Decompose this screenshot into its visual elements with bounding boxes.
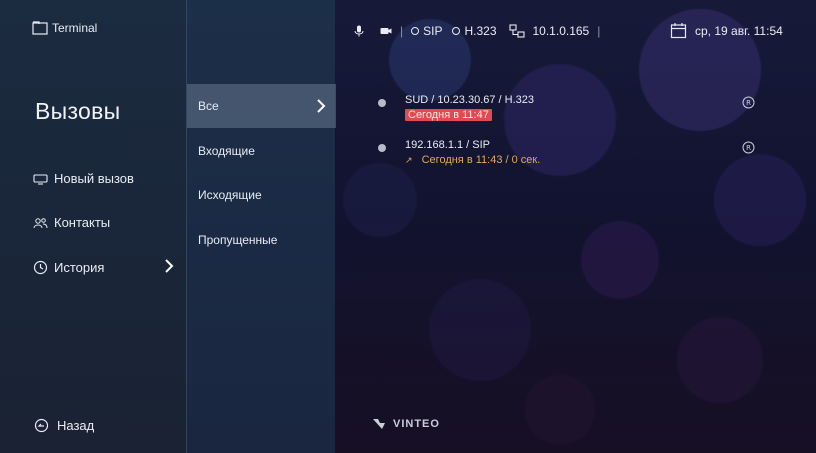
divider: |	[400, 24, 404, 38]
call-detail-outgoing: ↗ Сегодня в 11:43 / 0 сек.	[405, 154, 540, 166]
page-title: Вызовы	[35, 98, 121, 124]
sip-status-icon	[411, 27, 420, 35]
tab-label: Входящие	[198, 144, 255, 158]
display-icon	[33, 173, 48, 185]
app-title-label: Terminal	[52, 21, 98, 35]
tab-label: Пропущенные	[198, 233, 278, 247]
call-status-dot	[378, 144, 386, 152]
sip-label: SIP	[423, 24, 443, 38]
sidebar-item-label: Новый вызов	[54, 171, 134, 186]
sidebar-item-label: Контакты	[54, 215, 111, 230]
datetime: ср, 19 авг. 11:54	[670, 22, 783, 39]
record-icon[interactable]: R	[742, 141, 755, 154]
status-bar: | SIP H.323 10.1.0.165 |	[354, 24, 608, 38]
chevron-right-icon	[164, 258, 174, 274]
h323-status-icon	[452, 27, 461, 35]
tab-all[interactable]: Все	[187, 84, 336, 128]
back-label: Назад	[57, 418, 95, 433]
vinteo-logo-icon	[373, 419, 391, 429]
sidebar-item-label: История	[54, 260, 105, 275]
tab-label: Все	[198, 99, 219, 113]
microphone-icon	[354, 25, 364, 37]
vinteo-logo: VINTEO	[373, 418, 440, 430]
outgoing-arrow-icon: ↗	[405, 155, 413, 165]
network-icon	[508, 24, 525, 38]
tab-label: Исходящие	[198, 188, 262, 202]
filter-tabs: Все Входящие Исходящие Пропущенные	[186, 0, 336, 453]
terminal-icon	[32, 21, 48, 35]
logo-text: VINTEO	[393, 418, 440, 430]
sidebar-item-history[interactable]: История	[33, 258, 178, 275]
calendar-icon	[670, 22, 687, 39]
divider: |	[597, 24, 601, 38]
tab-outgoing[interactable]: Исходящие	[187, 173, 336, 217]
clock-icon	[33, 260, 48, 275]
sidebar-item-new-call[interactable]: Новый вызов	[33, 171, 178, 186]
ip-address: 10.1.0.165	[532, 24, 590, 38]
sidebar: Terminal Вызовы Новый вызов Контакты Ист…	[0, 0, 186, 453]
tab-incoming[interactable]: Входящие	[187, 129, 336, 173]
call-status-dot	[378, 99, 386, 107]
sidebar-item-contacts[interactable]: Контакты	[33, 215, 178, 230]
back-icon	[34, 418, 49, 433]
date-label: ср, 19 авг. 11:54	[695, 23, 783, 38]
call-detail-label: Сегодня в 11:43 / 0 сек.	[421, 154, 541, 166]
h323-label: H.323	[464, 24, 497, 38]
tab-missed[interactable]: Пропущенные	[187, 218, 336, 262]
call-title: 192.168.1.1 / SIP	[405, 139, 491, 151]
app-title: Terminal	[32, 21, 97, 35]
camera-icon	[380, 26, 392, 36]
record-icon[interactable]: R	[742, 96, 755, 109]
chevron-right-icon	[316, 98, 326, 114]
contacts-icon	[33, 217, 48, 229]
back-button[interactable]: Назад	[34, 418, 94, 433]
missed-badge: Сегодня в 11:47	[405, 109, 492, 121]
svg-text:R: R	[746, 144, 751, 152]
call-detail-missed: Сегодня в 11:47	[405, 109, 492, 121]
svg-text:R: R	[746, 99, 751, 107]
call-title: SUD / 10.23.30.67 / H.323	[405, 94, 535, 106]
